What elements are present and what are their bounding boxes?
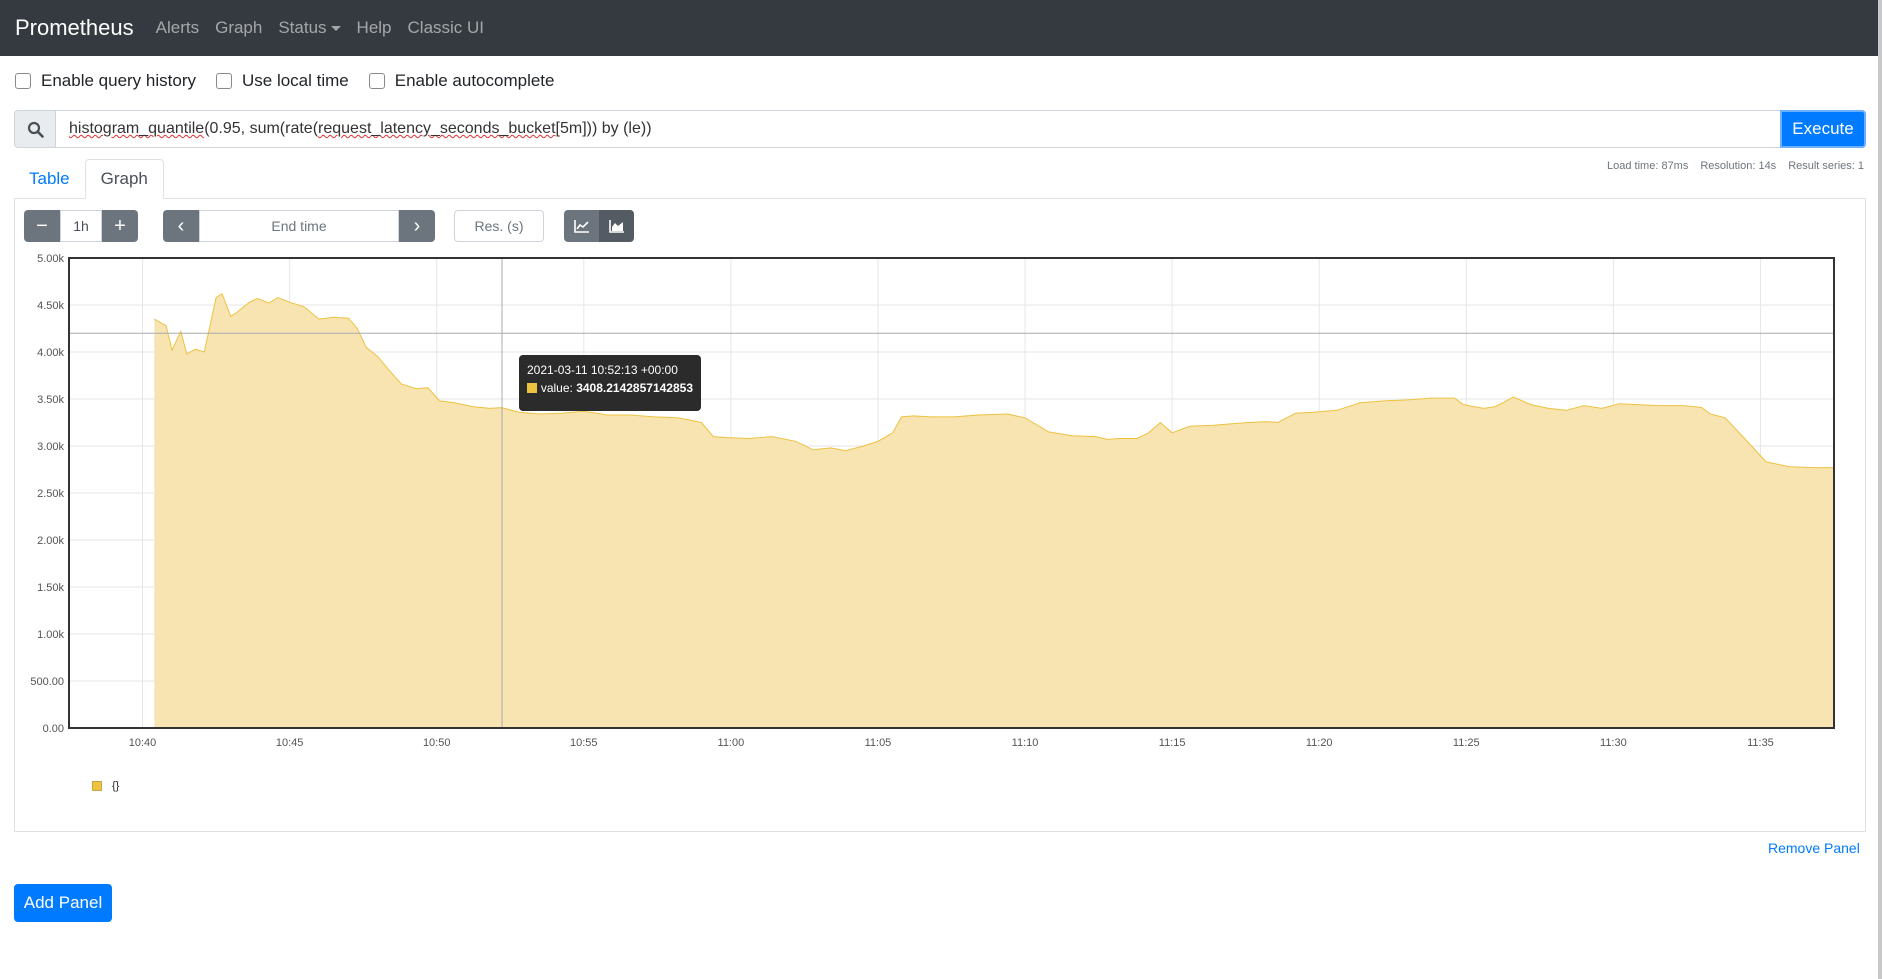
- x-tick-label: 11:30: [1600, 737, 1627, 749]
- y-tick-label: 2.50k: [37, 488, 64, 500]
- y-tick-label: 3.50k: [37, 394, 64, 406]
- tooltip-value-row: value: 3408.2142857142853: [527, 381, 693, 395]
- tooltip-value-label: value:: [540, 381, 573, 395]
- y-tick-label: 0.00: [43, 723, 64, 735]
- graph-tooltip: 2021-03-11 10:52:13 +00:00 value: 3408.2…: [519, 355, 701, 411]
- y-tick-label: 1.00k: [37, 629, 64, 641]
- tooltip-swatch: [527, 383, 537, 393]
- y-tick-label: 5.00k: [37, 253, 64, 265]
- x-tick-label: 11:25: [1453, 737, 1480, 749]
- y-tick-label: 4.00k: [37, 347, 64, 359]
- x-tick-label: 10:45: [276, 737, 304, 749]
- x-tick-label: 11:00: [718, 737, 745, 749]
- legend-swatch[interactable]: [92, 781, 102, 791]
- legend-series-label[interactable]: {}: [112, 780, 119, 792]
- x-tick-label: 11:05: [865, 737, 892, 749]
- x-tick-label: 10:55: [570, 737, 598, 749]
- series-area: [154, 293, 1834, 728]
- tooltip-value: 3408.2142857142853: [576, 381, 693, 395]
- tab-graph[interactable]: Graph: [84, 159, 164, 199]
- add-panel-button[interactable]: Add Panel: [14, 884, 112, 922]
- remove-panel-link[interactable]: Remove Panel: [1768, 840, 1860, 856]
- graph-legend: {}: [92, 780, 119, 792]
- tooltip-time: 2021-03-11 10:52:13 +00:00: [527, 363, 678, 377]
- y-tick-label: 500.00: [30, 676, 64, 688]
- y-tick-label: 4.50k: [37, 300, 64, 312]
- x-tick-label: 11:20: [1306, 737, 1333, 749]
- x-tick-label: 11:15: [1159, 737, 1186, 749]
- x-tick-label: 11:35: [1747, 737, 1774, 749]
- y-tick-label: 2.00k: [37, 535, 64, 547]
- x-tick-label: 10:40: [129, 737, 157, 749]
- x-tick-label: 10:50: [423, 737, 451, 749]
- y-tick-label: 3.00k: [37, 441, 64, 453]
- y-tick-label: 1.50k: [37, 582, 64, 594]
- x-tick-label: 11:10: [1012, 737, 1039, 749]
- graph-chart[interactable]: 0.00 500.00 1.00k 1.50k 2.00k 2.50k 3.00k 3.50k…: [0, 0, 1882, 979]
